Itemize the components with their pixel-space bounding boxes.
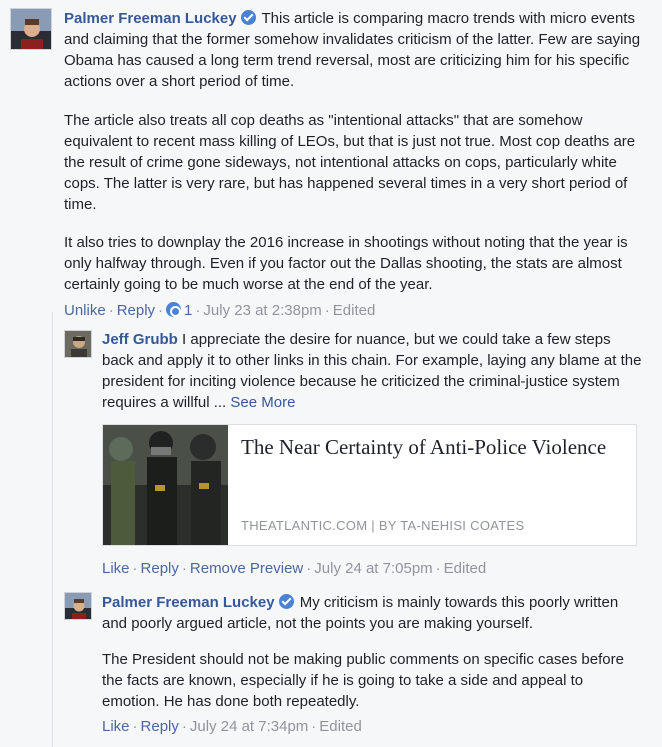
avatar[interactable]	[64, 330, 92, 358]
like-reaction-icon[interactable]	[166, 302, 182, 317]
comment-body: Palmer Freeman Luckey This article is co…	[64, 8, 654, 92]
remove-preview-button[interactable]: Remove Preview	[190, 560, 303, 577]
author-name[interactable]: Palmer Freeman Luckey	[64, 10, 237, 27]
like-button[interactable]: Like	[102, 718, 130, 735]
reply-body: Jeff Grubb I appreciate the desire for n…	[102, 329, 642, 413]
reply-button[interactable]: Reply	[117, 302, 155, 319]
verified-badge-icon	[278, 594, 294, 609]
reply-thread-line	[52, 312, 53, 747]
reaction-count[interactable]: 1	[184, 302, 192, 319]
like-button[interactable]: Like	[102, 560, 130, 577]
verified-badge-icon	[240, 10, 256, 25]
comment-paragraph: The article also treats all cop deaths a…	[64, 112, 636, 213]
link-preview[interactable]: The Near Certainty of Anti-Police Violen…	[102, 424, 637, 546]
preview-image[interactable]	[103, 425, 228, 545]
reply-button[interactable]: Reply	[141, 718, 179, 735]
comment-paragraph: It also tries to downplay the 2016 incre…	[64, 234, 628, 293]
edited-label[interactable]: Edited	[333, 302, 376, 319]
edited-label[interactable]: Edited	[319, 718, 362, 735]
reply-paragraph: The President should not be making publi…	[102, 651, 624, 710]
author-name[interactable]: Jeff Grubb	[102, 331, 178, 348]
timestamp[interactable]: July 24 at 7:34pm	[190, 718, 308, 735]
see-more-link[interactable]: See More	[230, 394, 295, 411]
reply-body: Palmer Freeman Luckey My criticism is ma…	[102, 592, 642, 634]
reply-actions: Like · Reply · Remove Preview · July 24 at 7:0…	[102, 560, 487, 577]
timestamp[interactable]: July 24 at 7:05pm	[314, 560, 432, 577]
author-name[interactable]: Palmer Freeman Luckey	[102, 594, 275, 611]
timestamp[interactable]: July 23 at 2:38pm	[203, 302, 321, 319]
avatar[interactable]	[64, 592, 92, 620]
unlike-button[interactable]: Unlike	[64, 302, 106, 319]
edited-label[interactable]: Edited	[444, 560, 487, 577]
comment-actions: Unlike · Reply · 1 · July 23 at 2:38pm · Edited	[64, 302, 376, 319]
preview-source: THEATLANTIC.COM | BY TA-NEHISI COATES	[241, 518, 525, 533]
reply-actions: Like · Reply · July 24 at 7:34pm · Edited	[102, 718, 362, 735]
preview-title[interactable]: The Near Certainty of Anti-Police Violen…	[241, 433, 621, 461]
reply-button[interactable]: Reply	[141, 560, 179, 577]
reply-text: I appreciate the desire for nuance, but …	[102, 331, 642, 411]
avatar[interactable]	[10, 8, 52, 50]
